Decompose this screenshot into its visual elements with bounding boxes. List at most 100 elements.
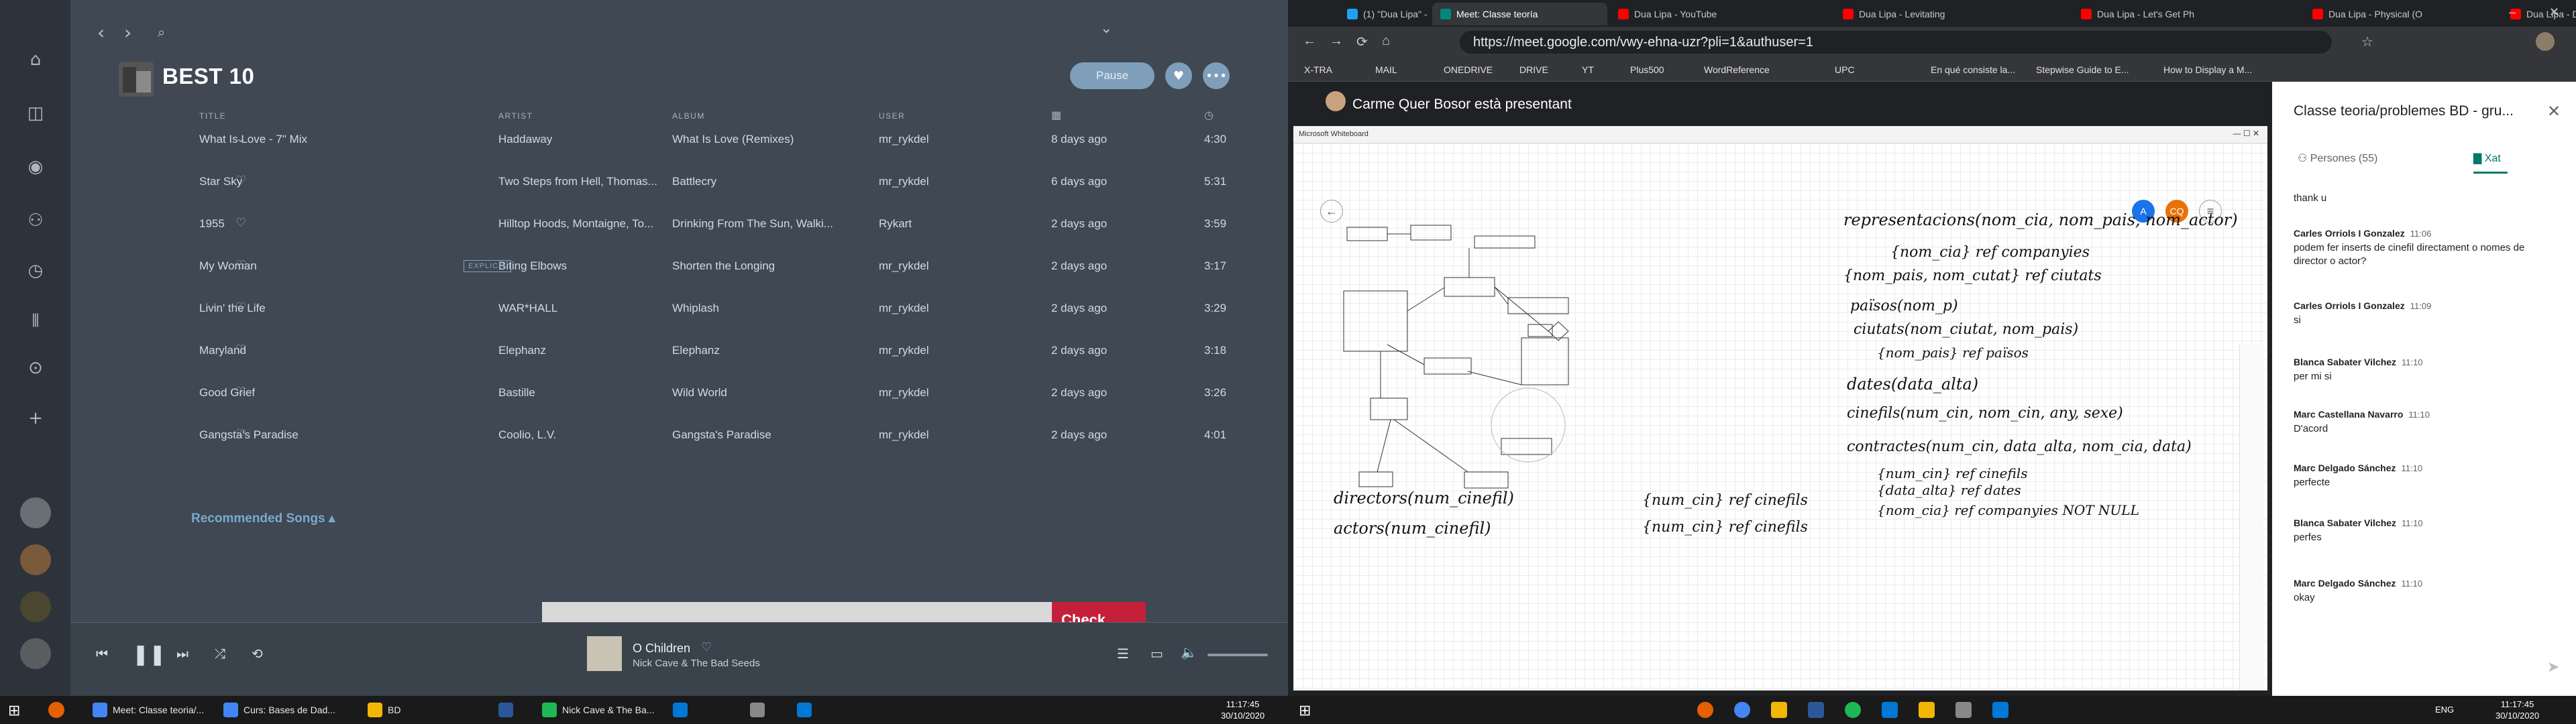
repeat-icon[interactable]: ⟲ [252,646,263,662]
library-icon[interactable]: ⫴ [23,308,48,334]
chevron-down-icon[interactable]: ⌄ [1100,20,1112,37]
home-icon[interactable]: ⌂ [23,47,48,72]
now-playing-title[interactable]: O Children [633,642,690,656]
taskbar-app[interactable] [667,699,701,721]
pause-button[interactable]: Pause [1070,62,1155,89]
send-icon[interactable]: ➤ [2547,658,2559,676]
track-heart-icon[interactable]: ♡ [235,216,246,230]
add-playlist-icon[interactable]: + [23,406,48,431]
playlist-avatar-2[interactable] [20,544,51,575]
taskbar-app[interactable] [493,699,527,721]
recommended-songs-toggle[interactable]: Recommended Songs ▴ [191,511,335,526]
now-playing-heart-icon[interactable]: ♡ [701,640,712,654]
minimize-icon[interactable]: – [2509,5,2516,19]
user-icon[interactable]: ⚇ [23,208,48,233]
back-icon[interactable]: ← [1303,34,1316,49]
playlist-avatar-1[interactable] [20,497,51,528]
home-icon[interactable]: ⌂ [1382,34,1390,49]
url-input[interactable]: https://meet.google.com/vwy-ehna-uzr?pli… [1460,31,2332,54]
now-playing-cover[interactable] [587,636,622,671]
track-row[interactable]: ♡ Livin' the Life WAR*HALL Whiplash mr_rykde… [164,287,1288,329]
word-icon[interactable] [1808,702,1824,718]
bookmark-item[interactable]: MAIL [1375,64,1397,75]
track-row[interactable]: ♡ My Woman Biting Elbows Shorten the Longin… [164,245,1288,287]
bookmark-item[interactable]: YT [1582,64,1594,75]
firefox-icon[interactable] [1697,702,1713,718]
windows-start-icon[interactable]: ⊞ [1299,702,1311,719]
previous-icon[interactable]: ⏮ [96,646,108,662]
bookmark-item[interactable]: Plus500 [1630,64,1664,75]
people-tab[interactable]: ⚇ Persones (55) [2298,152,2377,165]
bookmark-item[interactable]: ONEDRIVE [1444,64,1493,75]
track-row[interactable]: ♡ Good Grief Bastille Wild World mr_rykdel 2 … [164,371,1288,414]
pen-toolbar[interactable] [2239,345,2263,690]
devices-icon[interactable]: ▭ [1150,646,1163,662]
podcast-icon[interactable]: ⊙ [23,355,48,381]
pause-icon[interactable]: ❚❚ [132,643,166,666]
taskbar-app[interactable]: Nick Cave & The Ba... [537,699,657,721]
bookmark-item[interactable]: UPC [1835,64,1855,75]
chat-sender-name: Marc Delgado Sánchez [2294,463,2396,473]
bookmark-item[interactable]: DRIVE [1519,64,1548,75]
browser-tab[interactable]: Dua Lipa - Physical (O [2304,3,2500,25]
track-row[interactable]: ♡ Gangsta's Paradise Coolio, L.V. Gangsta's… [164,414,1288,456]
whiteboard-back-icon[interactable]: ← [1320,200,1343,223]
track-row[interactable]: ♡ 1955 Hilltop Hoods, Montaigne, To... Drin… [164,202,1288,245]
taskbar-app[interactable]: Meet: Classe teoria/... [87,699,211,721]
taskbar-app[interactable] [745,699,778,721]
forward-icon[interactable]: › [124,21,131,44]
close-panel-icon[interactable]: ✕ [2547,102,2561,121]
close-window-icon[interactable]: ✕ [2549,5,2559,19]
bookmark-item[interactable]: WordReference [1704,64,1770,75]
language-indicator[interactable]: ENG [2435,705,2454,715]
taskbar-left-clock[interactable]: 11:17:45 30/10/2020 [1221,699,1265,721]
app-icon[interactable] [1882,702,1898,718]
bookmark-star-icon[interactable]: ☆ [2361,34,2373,50]
track-row[interactable]: ♡ Star Sky Two Steps from Hell, Thomas... B… [164,160,1288,202]
queue-icon[interactable]: ☰ [1117,646,1129,662]
playlist-avatar-4[interactable] [20,638,51,669]
back-icon[interactable]: ‹ [97,21,105,44]
chat-tab[interactable]: ▇ Xat [2473,152,2508,174]
taskbar-app[interactable]: Curs: Bases de Dad... [218,699,352,721]
spotify-icon[interactable] [1845,702,1861,718]
taskbar-right-clock[interactable]: 11:17:45 30/10/2020 [2496,699,2539,721]
shuffle-icon[interactable]: ⤮ [215,646,225,662]
bookmark-item[interactable]: How to Display a M... [2163,64,2252,75]
volume-icon[interactable]: 🔈 [1181,644,1197,660]
profile-avatar[interactable] [2536,32,2555,51]
taskbar-app[interactable] [792,699,825,721]
next-icon[interactable]: ⏭ [176,646,189,662]
bookmark-item[interactable]: En qué consiste la... [1931,64,2015,75]
browser-tab[interactable]: Dua Lipa - Let's Get Ph [2073,3,2302,25]
like-icon[interactable]: ♥ [1165,62,1192,89]
reload-icon[interactable]: ⟳ [1356,34,1368,50]
firefox-icon[interactable] [48,702,64,718]
forward-icon[interactable]: → [1330,34,1343,49]
settings-icon[interactable] [1955,702,1972,718]
browser-tab[interactable]: (1) "Dua Lipa" - Cerca [1339,3,1430,25]
track-row[interactable]: ♡ Maryland Elephanz Elephanz mr_rykdel 2 days… [164,329,1288,371]
bookmark-item[interactable]: Stepwise Guide to E... [2036,64,2129,75]
whiteboard-window-controls-icon: — ☐ ✕ [2233,129,2259,138]
radio-icon[interactable]: ◉ [23,154,48,180]
windows-start-icon[interactable]: ⊞ [8,702,20,719]
search-icon[interactable]: ⌕ [158,24,165,40]
vscode-icon[interactable] [1992,702,2008,718]
playlist-avatar-3[interactable] [20,591,51,622]
explorer-icon[interactable] [1771,702,1787,718]
more-options-icon[interactable]: ••• [1203,62,1230,89]
now-playing-artist[interactable]: Nick Cave & The Bad Seeds [633,658,760,669]
browser-tab[interactable]: Dua Lipa - YouTube [1610,3,1832,25]
track-album: Elephanz [672,344,720,357]
volume-slider[interactable] [1208,654,1268,656]
browse-icon[interactable]: ◫ [23,101,48,126]
browser-tab[interactable]: Meet: Classe teoría [1432,3,1607,25]
folder-icon[interactable] [1919,702,1935,718]
browser-tab[interactable]: Dua Lipa - Levitating [1835,3,2070,25]
taskbar-app[interactable]: BD [362,699,463,721]
bookmark-item[interactable]: X-TRA [1304,64,1332,75]
chrome-icon[interactable] [1734,702,1750,718]
track-row[interactable]: ⌄ What Is Love - 7" Mix Haddaway What Is Lo… [164,118,1288,160]
recent-icon[interactable]: ◷ [23,258,48,284]
